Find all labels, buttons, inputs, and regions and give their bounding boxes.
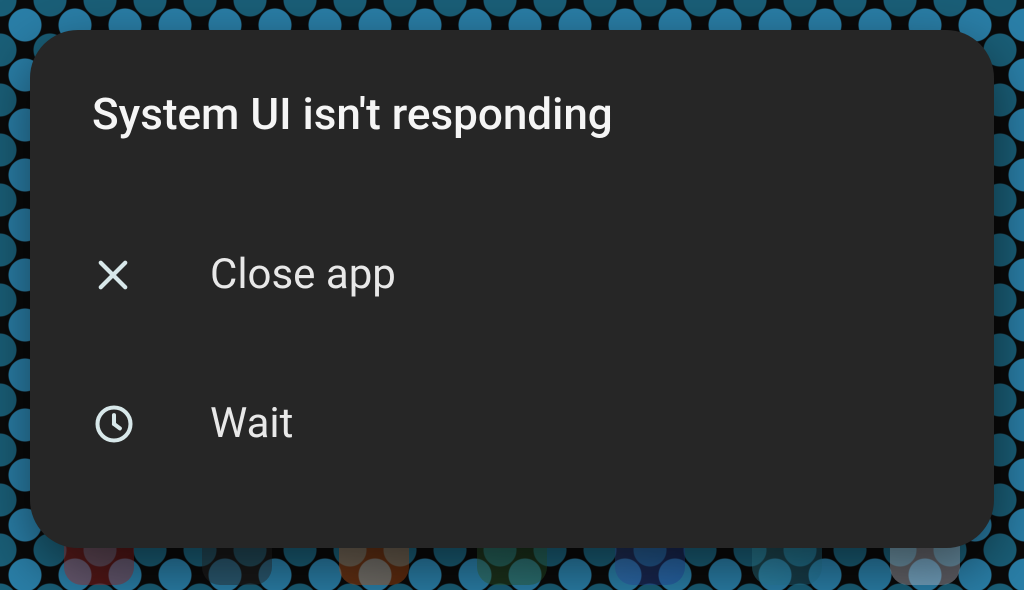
option-label: Close app [192, 250, 396, 299]
dialog-title: System UI isn't responding [80, 88, 944, 140]
anr-dialog: System UI isn't responding Close app Wai… [30, 30, 994, 548]
close-icon [92, 254, 192, 296]
wait-option[interactable]: Wait [80, 371, 944, 476]
option-label: Wait [192, 399, 293, 448]
close-app-option[interactable]: Close app [80, 222, 944, 327]
clock-icon [92, 402, 192, 446]
